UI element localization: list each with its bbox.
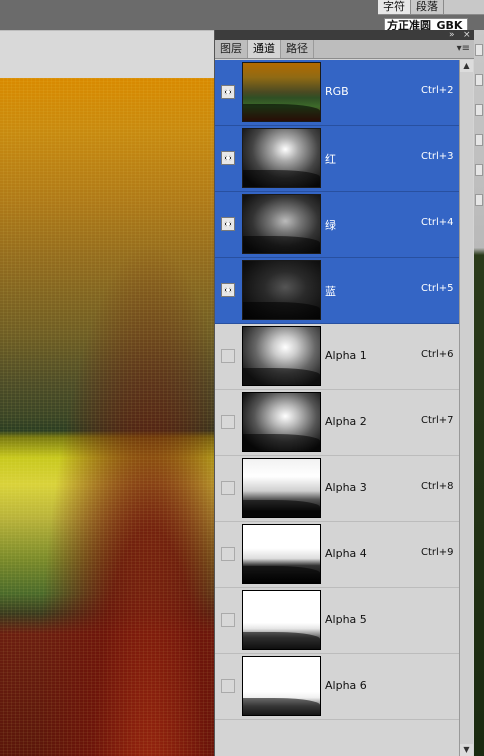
channel-thumbnail [242,326,321,386]
tab-paths[interactable]: 路径 [281,40,314,58]
tab-character[interactable]: 字符 [378,0,411,14]
channel-row-alpha-3[interactable]: Alpha 3 Ctrl+8 [215,456,459,522]
channel-thumbnail [242,392,321,452]
channel-row-alpha-5[interactable]: Alpha 5 [215,588,459,654]
dock-tool-icon[interactable] [475,194,483,206]
channel-shortcut: Ctrl+9 [421,547,454,558]
channel-name: RGB [325,85,349,98]
tab-channels[interactable]: 通道 [248,40,281,58]
channel-row-blue[interactable]: 蓝 Ctrl+5 [215,258,459,324]
channel-shortcut: Ctrl+2 [421,85,454,96]
channel-shortcut: Ctrl+6 [421,349,454,360]
dock-tool-icon[interactable] [475,164,483,176]
channel-name: 蓝 [325,285,336,298]
visibility-toggle[interactable] [221,481,235,495]
dock-tool-icon[interactable] [475,74,483,86]
channel-list: RGB Ctrl+2 红 Ctrl+3 绿 Ctrl+4 蓝 Ctrl+5 Al… [215,60,459,720]
visibility-toggle[interactable] [221,613,235,627]
channel-thumbnail [242,194,321,254]
channels-panel: » × 图层 通道 路径 ▾≡ RGB Ctrl+2 红 Ctrl+3 绿 Ct… [214,30,474,756]
visibility-toggle[interactable] [221,415,235,429]
visibility-toggle[interactable] [221,547,235,561]
channel-row-alpha-4[interactable]: Alpha 4 Ctrl+9 [215,522,459,588]
close-icon[interactable]: × [463,30,471,40]
channel-thumbnail [242,128,321,188]
visibility-toggle[interactable] [221,679,235,693]
document-tab-strip [0,30,214,79]
right-dock-tools [474,30,484,230]
eye-icon[interactable] [221,151,235,165]
eye-icon[interactable] [221,85,235,99]
scroll-down-icon[interactable]: ▼ [460,744,473,756]
channel-name: Alpha 6 [325,679,367,692]
channel-shortcut: Ctrl+5 [421,283,454,294]
channel-row-alpha-1[interactable]: Alpha 1 Ctrl+6 [215,324,459,390]
channel-name: 绿 [325,219,336,232]
channel-shortcut: Ctrl+8 [421,481,454,492]
channel-row-red[interactable]: 红 Ctrl+3 [215,126,459,192]
channel-thumbnail [242,62,321,122]
panel-titlebar: » × [215,30,474,40]
channel-name: 红 [325,153,336,166]
channel-row-rgb[interactable]: RGB Ctrl+2 [215,60,459,126]
channel-shortcut: Ctrl+7 [421,415,454,426]
channel-shortcut: Ctrl+3 [421,151,454,162]
document-canvas-image[interactable] [0,78,214,756]
dock-tool-icon[interactable] [475,104,483,116]
double-arrow-icon[interactable]: » [449,30,455,40]
visibility-toggle[interactable] [221,349,235,363]
channel-name: Alpha 5 [325,613,367,626]
tab-paragraph[interactable]: 段落 [411,0,444,14]
channel-row-alpha-2[interactable]: Alpha 2 Ctrl+7 [215,390,459,456]
dock-tool-icon[interactable] [475,134,483,146]
channel-list-scrollbar[interactable]: ▲ ▼ [459,60,473,756]
channel-row-green[interactable]: 绿 Ctrl+4 [215,192,459,258]
character-panel-tabs: 字符 段落 [378,0,484,15]
eye-icon[interactable] [221,283,235,297]
channel-name: Alpha 1 [325,349,367,362]
tab-layers[interactable]: 图层 [215,40,248,58]
channel-row-alpha-6[interactable]: Alpha 6 [215,654,459,720]
eye-icon[interactable] [221,217,235,231]
channel-shortcut: Ctrl+4 [421,217,454,228]
channel-name: Alpha 3 [325,481,367,494]
channel-thumbnail [242,590,321,650]
scroll-up-icon[interactable]: ▲ [460,60,473,72]
channel-name: Alpha 2 [325,415,367,428]
channel-name: Alpha 4 [325,547,367,560]
channel-thumbnail [242,656,321,716]
panel-tabs: 图层 通道 路径 ▾≡ [215,40,474,59]
panel-menu-icon[interactable]: ▾≡ [457,40,470,58]
channel-thumbnail [242,524,321,584]
channel-thumbnail [242,260,321,320]
dock-tool-icon[interactable] [475,44,483,56]
channel-thumbnail [242,458,321,518]
